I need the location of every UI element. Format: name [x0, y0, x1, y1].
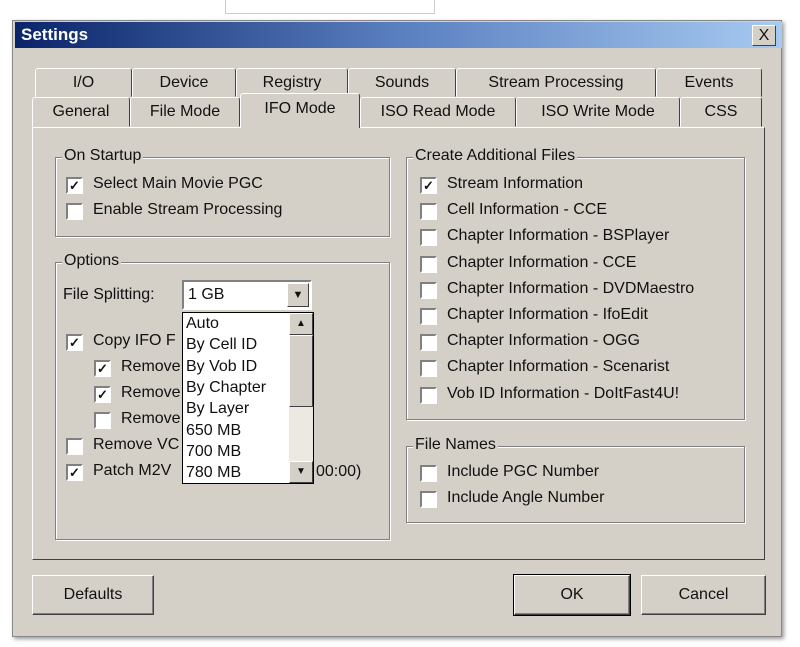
- group-legend: On Startup: [62, 147, 144, 165]
- checkbox[interactable]: [420, 203, 437, 221]
- group-legend: Options: [62, 252, 122, 270]
- checkbox-label: Chapter Information - OGG: [447, 332, 640, 350]
- checkbox-label: Remove: [121, 410, 181, 427]
- dropdown-option[interactable]: 780 MB: [186, 464, 241, 482]
- checkbox-label: Remove: [121, 384, 181, 401]
- checkbox[interactable]: [66, 203, 83, 220]
- file-names-group: File Names: [406, 436, 745, 523]
- patch-m2v-label-tail: 00:00): [316, 463, 362, 480]
- checkbox-label: Include Angle Number: [447, 489, 605, 506]
- dropdown-scrollbar[interactable]: ▲ ▼: [289, 313, 313, 483]
- checkbox-label: Patch M2V: [93, 462, 172, 479]
- scroll-down-icon[interactable]: ▼: [289, 461, 313, 483]
- checkbox[interactable]: [94, 412, 111, 429]
- tab-general[interactable]: General: [32, 97, 130, 127]
- tab-sounds[interactable]: Sounds: [348, 68, 456, 97]
- dropdown-option[interactable]: 700 MB: [186, 443, 241, 461]
- dropdown-option[interactable]: By Chapter: [186, 379, 266, 397]
- checkbox[interactable]: ✓: [94, 360, 111, 377]
- tab-iso-write-mode[interactable]: ISO Write Mode: [516, 97, 680, 127]
- checkbox[interactable]: [420, 229, 437, 247]
- checkbox-label: Chapter Information - CCE: [447, 253, 637, 271]
- background-window-edge: [225, 0, 435, 14]
- checkbox[interactable]: [420, 386, 437, 404]
- scroll-thumb[interactable]: [289, 335, 313, 407]
- checkbox[interactable]: ✓: [94, 386, 111, 403]
- title-bar[interactable]: Settings: [15, 22, 782, 48]
- checkbox-label: Chapter Information - BSPlayer: [447, 227, 670, 245]
- checkbox[interactable]: ✓: [420, 177, 437, 194]
- checkbox-label: Copy IFO F: [93, 332, 176, 349]
- checkbox[interactable]: ✓: [66, 177, 83, 194]
- dropdown-option[interactable]: Auto: [186, 315, 219, 333]
- checkbox-label: Include PGC Number: [447, 463, 600, 480]
- tab-i-o[interactable]: I/O: [35, 68, 132, 97]
- dropdown-option[interactable]: By Cell ID: [186, 336, 257, 354]
- checkbox-label: Chapter Information - DVDMaestro: [447, 279, 695, 297]
- checkbox[interactable]: [420, 491, 437, 508]
- tab-iso-read-mode[interactable]: ISO Read Mode: [360, 97, 516, 127]
- checkbox[interactable]: [420, 308, 437, 325]
- window-title: Settings: [21, 25, 89, 44]
- dropdown-option[interactable]: 650 MB: [186, 422, 241, 440]
- dropdown-option[interactable]: By Vob ID: [186, 358, 257, 376]
- tab-file-mode[interactable]: File Mode: [130, 97, 240, 127]
- close-button[interactable]: X: [752, 25, 776, 46]
- tab-css[interactable]: CSS: [680, 97, 762, 127]
- checkbox-label: Remove: [121, 358, 181, 375]
- file-splitting-select[interactable]: 1 GB ▼: [182, 280, 312, 310]
- checkbox-label: Enable Stream Processing: [93, 201, 283, 218]
- checkbox[interactable]: [66, 438, 83, 455]
- file-splitting-label: File Splitting:: [63, 286, 155, 303]
- checkbox[interactable]: ✓: [66, 334, 83, 351]
- checkbox-label: Select Main Movie PGC: [93, 175, 263, 192]
- tab-events[interactable]: Events: [656, 68, 762, 97]
- checkbox-label: Vob ID Information - DoItFast4U!: [447, 384, 680, 402]
- on-startup-group: On Startup: [55, 147, 390, 237]
- scroll-up-icon[interactable]: ▲: [289, 313, 313, 335]
- ok-button[interactable]: OK: [513, 574, 631, 616]
- group-legend: Create Additional Files: [413, 147, 578, 165]
- tab-ifo-mode[interactable]: IFO Mode: [240, 93, 360, 128]
- checkbox[interactable]: [420, 281, 437, 299]
- file-splitting-dropdown[interactable]: ▲ ▼ Auto By Cell ID By Vob ID By Chapter By La…: [182, 312, 314, 484]
- checkbox-label: Chapter Information - Scenarist: [447, 358, 670, 376]
- defaults-button[interactable]: Defaults: [32, 575, 154, 615]
- dropdown-option[interactable]: By Layer: [186, 400, 249, 418]
- tab-stream-processing[interactable]: Stream Processing: [456, 68, 656, 97]
- checkbox-label: Chapter Information - IfoEdit: [447, 306, 648, 323]
- checkbox-label: Cell Information - CCE: [447, 201, 608, 219]
- checkbox-label: Stream Information: [447, 175, 584, 192]
- chevron-down-icon[interactable]: ▼: [287, 283, 309, 307]
- file-splitting-value: 1 GB: [188, 286, 225, 303]
- checkbox-label: Remove VC: [93, 436, 180, 453]
- tab-device[interactable]: Device: [132, 68, 236, 97]
- cancel-button[interactable]: Cancel: [641, 575, 766, 615]
- checkbox[interactable]: ✓: [66, 464, 83, 481]
- group-legend: File Names: [413, 436, 498, 454]
- checkbox[interactable]: [420, 360, 437, 378]
- checkbox[interactable]: [420, 334, 437, 352]
- checkbox[interactable]: [420, 465, 437, 482]
- checkbox[interactable]: [420, 255, 437, 273]
